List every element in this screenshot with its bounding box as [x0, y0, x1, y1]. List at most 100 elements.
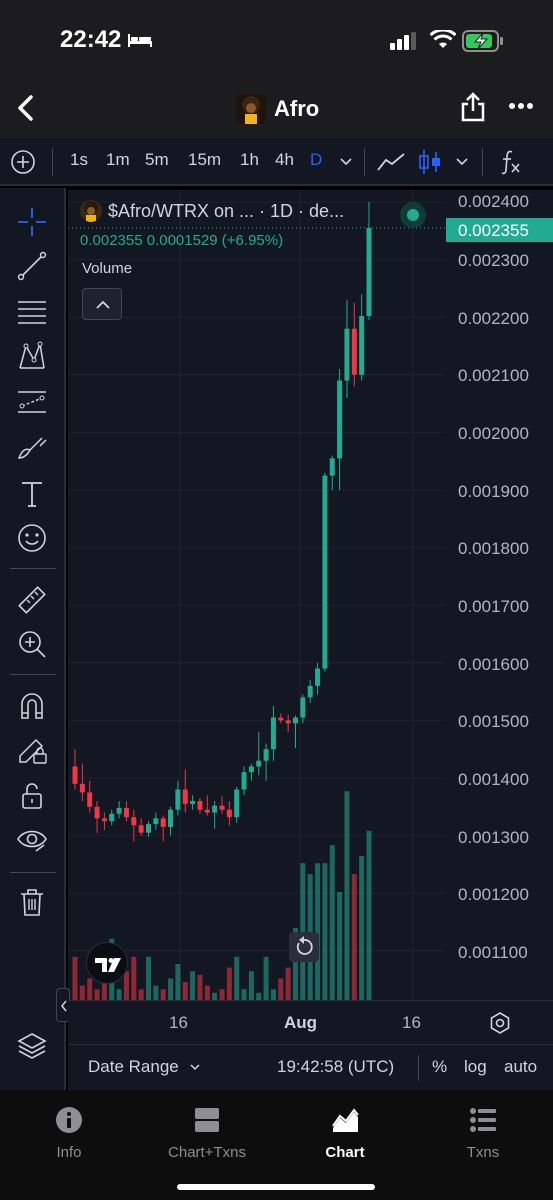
back-chevron-icon[interactable] — [14, 94, 38, 122]
volume-bar — [248, 971, 254, 1000]
reset-icon — [296, 936, 313, 955]
emoji-icon[interactable] — [16, 522, 48, 554]
volume-bar — [146, 956, 151, 1000]
volume-bar — [278, 978, 284, 1000]
time-axis[interactable]: 16 Aug 16 — [68, 1000, 553, 1044]
price-axis-label: 0.001100 — [458, 943, 528, 962]
tab-txns[interactable]: Txns — [423, 1106, 543, 1161]
ruler-icon[interactable] — [16, 584, 48, 616]
magnet-icon[interactable] — [16, 690, 48, 722]
volume-bar — [153, 985, 159, 1000]
status-bar: 22:42 — [0, 0, 553, 80]
interval-5m[interactable]: 5m — [145, 150, 169, 170]
interval-d[interactable]: D — [310, 150, 322, 170]
visibility-eye-icon[interactable] — [16, 824, 48, 856]
interval-15m[interactable]: 15m — [188, 150, 221, 170]
volume-bar — [256, 992, 262, 1000]
tab-info[interactable]: Info — [9, 1106, 129, 1161]
time-axis-label: 16 — [169, 1013, 188, 1032]
candle-body — [101, 818, 107, 822]
tab-chart-txns[interactable]: Chart+Txns — [147, 1106, 267, 1161]
candle-body — [241, 772, 247, 790]
status-time: 22:42 — [60, 26, 122, 53]
fib-retracement-icon[interactable] — [16, 296, 48, 328]
pattern-tool-icon[interactable] — [16, 340, 48, 372]
volume-bar — [190, 971, 196, 1000]
price-axis-label: 0.002200 — [458, 309, 529, 328]
info-icon — [56, 1107, 82, 1133]
share-icon[interactable] — [460, 92, 486, 122]
candle-body — [72, 766, 78, 784]
candle-body — [138, 825, 144, 833]
volume-bar — [212, 992, 218, 1000]
candles-chart-type-icon[interactable] — [418, 148, 442, 176]
layers-icon[interactable] — [16, 1030, 48, 1062]
log-scale-toggle[interactable]: log — [464, 1057, 487, 1077]
candle-body — [270, 717, 276, 750]
lock-drawing-icon[interactable] — [16, 734, 48, 766]
crosshair-icon[interactable] — [16, 206, 48, 238]
interval-1h[interactable]: 1h — [240, 150, 259, 170]
candle-body — [322, 475, 328, 669]
indicators-fx-icon[interactable] — [498, 148, 522, 176]
volume-bar — [366, 830, 372, 1000]
trash-icon[interactable] — [16, 886, 48, 918]
toolbar-divider — [482, 148, 483, 176]
chart-legend[interactable]: $Afro/WTRX on ... · 1D · de... — [80, 200, 344, 222]
price-axis-label: 0.001300 — [458, 828, 529, 847]
date-range-button[interactable]: Date Range — [88, 1057, 179, 1077]
chart-area[interactable]: $Afro/WTRX on ... · 1D · de... 0.002355 … — [68, 190, 553, 1000]
price-axis-label: 0.002400 — [458, 192, 529, 211]
brush-icon[interactable] — [16, 432, 48, 464]
sleep-mode-icon — [128, 34, 152, 47]
price-axis-label: 0.001700 — [458, 597, 529, 616]
candle-body — [116, 807, 122, 814]
unlock-icon[interactable] — [16, 780, 48, 812]
price-axis-label: 0.001200 — [458, 885, 529, 904]
line-chart-type-icon[interactable] — [376, 150, 406, 174]
chevron-down-icon[interactable] — [190, 1064, 200, 1071]
interval-dropdown-icon[interactable] — [340, 158, 352, 166]
tab-chart[interactable]: Chart — [285, 1106, 405, 1161]
reset-chart-button[interactable] — [289, 932, 319, 962]
drawing-toolbar — [0, 188, 66, 1090]
volume-bar — [234, 956, 240, 1000]
volume-bar — [285, 967, 291, 1000]
zoom-in-icon[interactable] — [16, 628, 48, 660]
trend-line-icon[interactable] — [16, 250, 48, 282]
candle-body — [285, 720, 291, 724]
candle-body — [153, 818, 159, 825]
tradingview-logo[interactable] — [86, 942, 128, 984]
settings-gear-icon[interactable] — [488, 1011, 512, 1035]
text-tool-icon[interactable] — [16, 478, 48, 510]
volume-bar — [175, 964, 181, 1000]
candle-body — [359, 316, 365, 375]
utc-clock[interactable]: 19:42:58 (UTC) — [277, 1057, 394, 1077]
auto-scale-toggle[interactable]: auto — [504, 1057, 537, 1077]
candle-body — [94, 806, 100, 819]
bottom-bar-divider — [418, 1055, 419, 1081]
price-axis-label: 0.001800 — [458, 539, 529, 558]
interval-4h[interactable]: 4h — [275, 150, 294, 170]
candle-body — [175, 789, 181, 810]
candle-body — [234, 789, 240, 818]
candle-body — [293, 717, 298, 724]
chart-type-dropdown-icon[interactable] — [456, 158, 468, 166]
split-view-icon — [195, 1108, 219, 1132]
interval-1m[interactable]: 1m — [106, 150, 130, 170]
candle-body — [131, 817, 137, 826]
volume-bar — [351, 874, 357, 1000]
volume-legend[interactable]: Volume — [82, 260, 132, 277]
volume-bar — [219, 989, 225, 1000]
chart-icon — [332, 1108, 359, 1132]
collapse-legend-button[interactable] — [82, 288, 122, 320]
add-symbol-icon[interactable] — [10, 149, 36, 175]
chevron-up-icon — [96, 300, 110, 309]
forecasting-tool-icon[interactable] — [16, 386, 48, 418]
candle-body — [146, 824, 151, 833]
interval-1s[interactable]: 1s — [70, 150, 88, 170]
candle-body — [351, 328, 357, 375]
more-options-icon[interactable] — [508, 102, 534, 110]
percent-scale-toggle[interactable]: % — [432, 1057, 447, 1077]
price-axis-label: 0.002300 — [458, 251, 529, 270]
